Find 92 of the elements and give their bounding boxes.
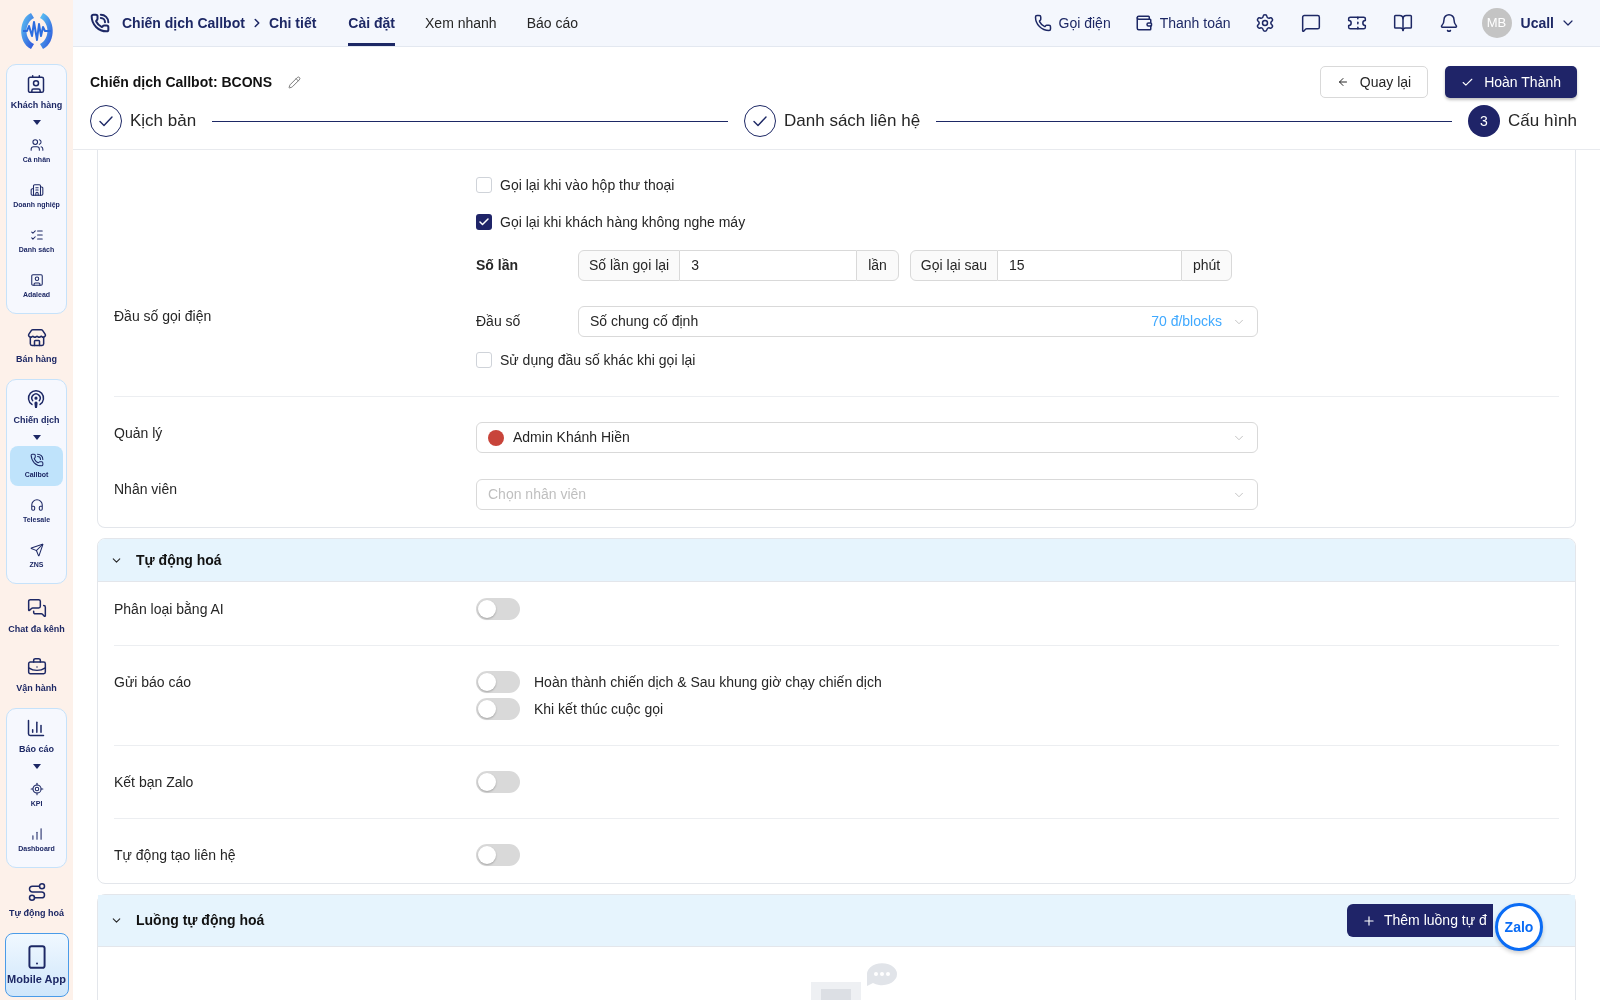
user-avatar-icon: [488, 429, 504, 446]
mobile-app-button[interactable]: Mobile App: [4, 933, 69, 997]
field-label: Số lần: [476, 256, 519, 275]
step-label: Danh sách liên hệ: [784, 110, 921, 133]
input-addon: Gọi lại sau: [909, 250, 998, 281]
building-icon: [29, 183, 44, 197]
step-number: 3: [1468, 105, 1500, 137]
nav-item[interactable]: Bán hàng: [5, 320, 68, 373]
page-title: Chiến dịch Callbot: BCONS: [90, 72, 272, 92]
select-placeholder: Chọn nhân viên: [488, 485, 587, 504]
broadcast-icon: [26, 389, 47, 409]
input-addon: Số lần gọi lại: [578, 250, 681, 281]
checkbox[interactable]: [476, 177, 492, 193]
check-icon: [478, 216, 490, 228]
checkbox-label: Gọi lại khi khách hàng không nghe máy: [500, 212, 746, 232]
nav-item[interactable]: Tự động hoá: [5, 874, 68, 927]
pencil-icon[interactable]: [288, 75, 301, 89]
field-label: Đầu số: [476, 312, 522, 331]
select-value: Số chung cố định: [590, 312, 699, 331]
top-action-button[interactable]: Thanh toán: [1134, 12, 1231, 34]
select-value: Admin Khánh Hiền: [513, 428, 630, 447]
field-label: Đầu số gọi điện: [114, 307, 213, 326]
ticket-icon[interactable]: [1346, 13, 1367, 33]
caret-down-icon[interactable]: [32, 764, 41, 769]
phone-icon: [1033, 14, 1052, 32]
step-label: Kịch bản: [130, 110, 197, 133]
bell-icon[interactable]: [1438, 13, 1459, 33]
checkbox[interactable]: [476, 214, 492, 230]
contact-card-icon: [26, 74, 47, 94]
send-icon: [29, 543, 44, 557]
checkbox-label: Sử dụng đầu số khác khi gọi lại: [500, 350, 696, 370]
route-icon: [26, 882, 47, 902]
setting-label: Phân loại bằng AI: [114, 600, 225, 619]
wallet-icon: [1134, 14, 1153, 32]
toggle-switch[interactable]: [476, 598, 520, 620]
back-button[interactable]: Quay lại: [1319, 66, 1429, 98]
tab[interactable]: Báo cáo: [526, 0, 578, 46]
price-label: 70 đ/blocks: [1151, 312, 1222, 331]
checkbox-label: Gọi lại khi vào hộp thư thoại: [500, 175, 675, 195]
users-icon: [29, 138, 44, 152]
chat-bubbles-icon: [26, 598, 47, 618]
tab[interactable]: Xem nhanh: [425, 0, 497, 46]
store-icon: [26, 328, 47, 348]
book-icon[interactable]: [1392, 13, 1413, 33]
setting-label: Kết bạn Zalo: [114, 773, 195, 792]
phone-icon: [90, 13, 110, 33]
briefcase-icon: [26, 657, 47, 677]
settings-icon[interactable]: [1254, 13, 1275, 33]
breadcrumb-link[interactable]: Chi tiết: [268, 12, 317, 34]
toggle-label: Hoàn thành chiến dịch & Sau khung giờ chạy chiến dịch: [534, 672, 882, 692]
caret-down-icon[interactable]: [32, 120, 41, 125]
chat-icon[interactable]: [1300, 13, 1321, 33]
add-flow-button[interactable]: Thêm luồng tự đ: [1347, 904, 1493, 937]
caret-down-icon[interactable]: [32, 435, 41, 440]
checkbox[interactable]: [476, 352, 492, 368]
nav-group-button[interactable]: Chiến dịch: [11, 389, 62, 426]
section-title: Luồng tự động hoá: [136, 911, 265, 930]
arrow-left-icon: [1336, 76, 1349, 88]
nav-group-button[interactable]: Khách hàng: [8, 74, 65, 111]
toggle-switch[interactable]: [476, 844, 520, 866]
step-label: Cấu hình: [1508, 110, 1577, 133]
nav-group-button[interactable]: Báo cáo: [17, 718, 56, 755]
field-label: Quản lý: [114, 424, 164, 443]
breadcrumb-link[interactable]: Chiến dịch Callbot: [122, 12, 245, 34]
crosshair-icon: [29, 782, 44, 796]
phone-icon: [29, 453, 44, 467]
user-square-icon: [29, 273, 44, 287]
checklist-icon: [29, 228, 44, 242]
select-field[interactable]: Số chung cố định 70 đ/blocks: [578, 306, 1258, 337]
field-label: Nhân viên: [114, 480, 179, 499]
setting-label: Gửi báo cáo: [114, 673, 193, 692]
toggle-switch[interactable]: [476, 671, 520, 693]
toggle-switch[interactable]: [476, 771, 520, 793]
toggle-switch[interactable]: [476, 698, 520, 720]
select-field[interactable]: Admin Khánh Hiền: [476, 422, 1258, 453]
setting-label: Tự động tạo liên hệ: [114, 846, 237, 865]
top-action-button[interactable]: Gọi điện: [1033, 12, 1111, 34]
nav-item[interactable]: Chat đa kênh: [5, 590, 68, 643]
bar-chart-icon: [26, 718, 47, 738]
input-suffix: phút: [1181, 250, 1233, 281]
headphones-icon: [29, 498, 44, 512]
number-input[interactable]: 3: [680, 250, 857, 281]
toggle-label: Khi kết thúc cuộc gọi: [534, 699, 664, 719]
zalo-chat-button[interactable]: Zalo: [1495, 903, 1543, 951]
finish-button[interactable]: Hoàn Thành: [1445, 66, 1577, 98]
section-title: Tự động hoá: [136, 550, 222, 570]
plus-icon: [1362, 913, 1376, 928]
number-input[interactable]: 15: [998, 250, 1181, 281]
input-suffix: lần: [856, 250, 899, 281]
nav-item[interactable]: Vận hành: [5, 649, 68, 702]
account-name[interactable]: Ucall: [1520, 12, 1554, 34]
bar-chart-icon: [29, 827, 44, 841]
